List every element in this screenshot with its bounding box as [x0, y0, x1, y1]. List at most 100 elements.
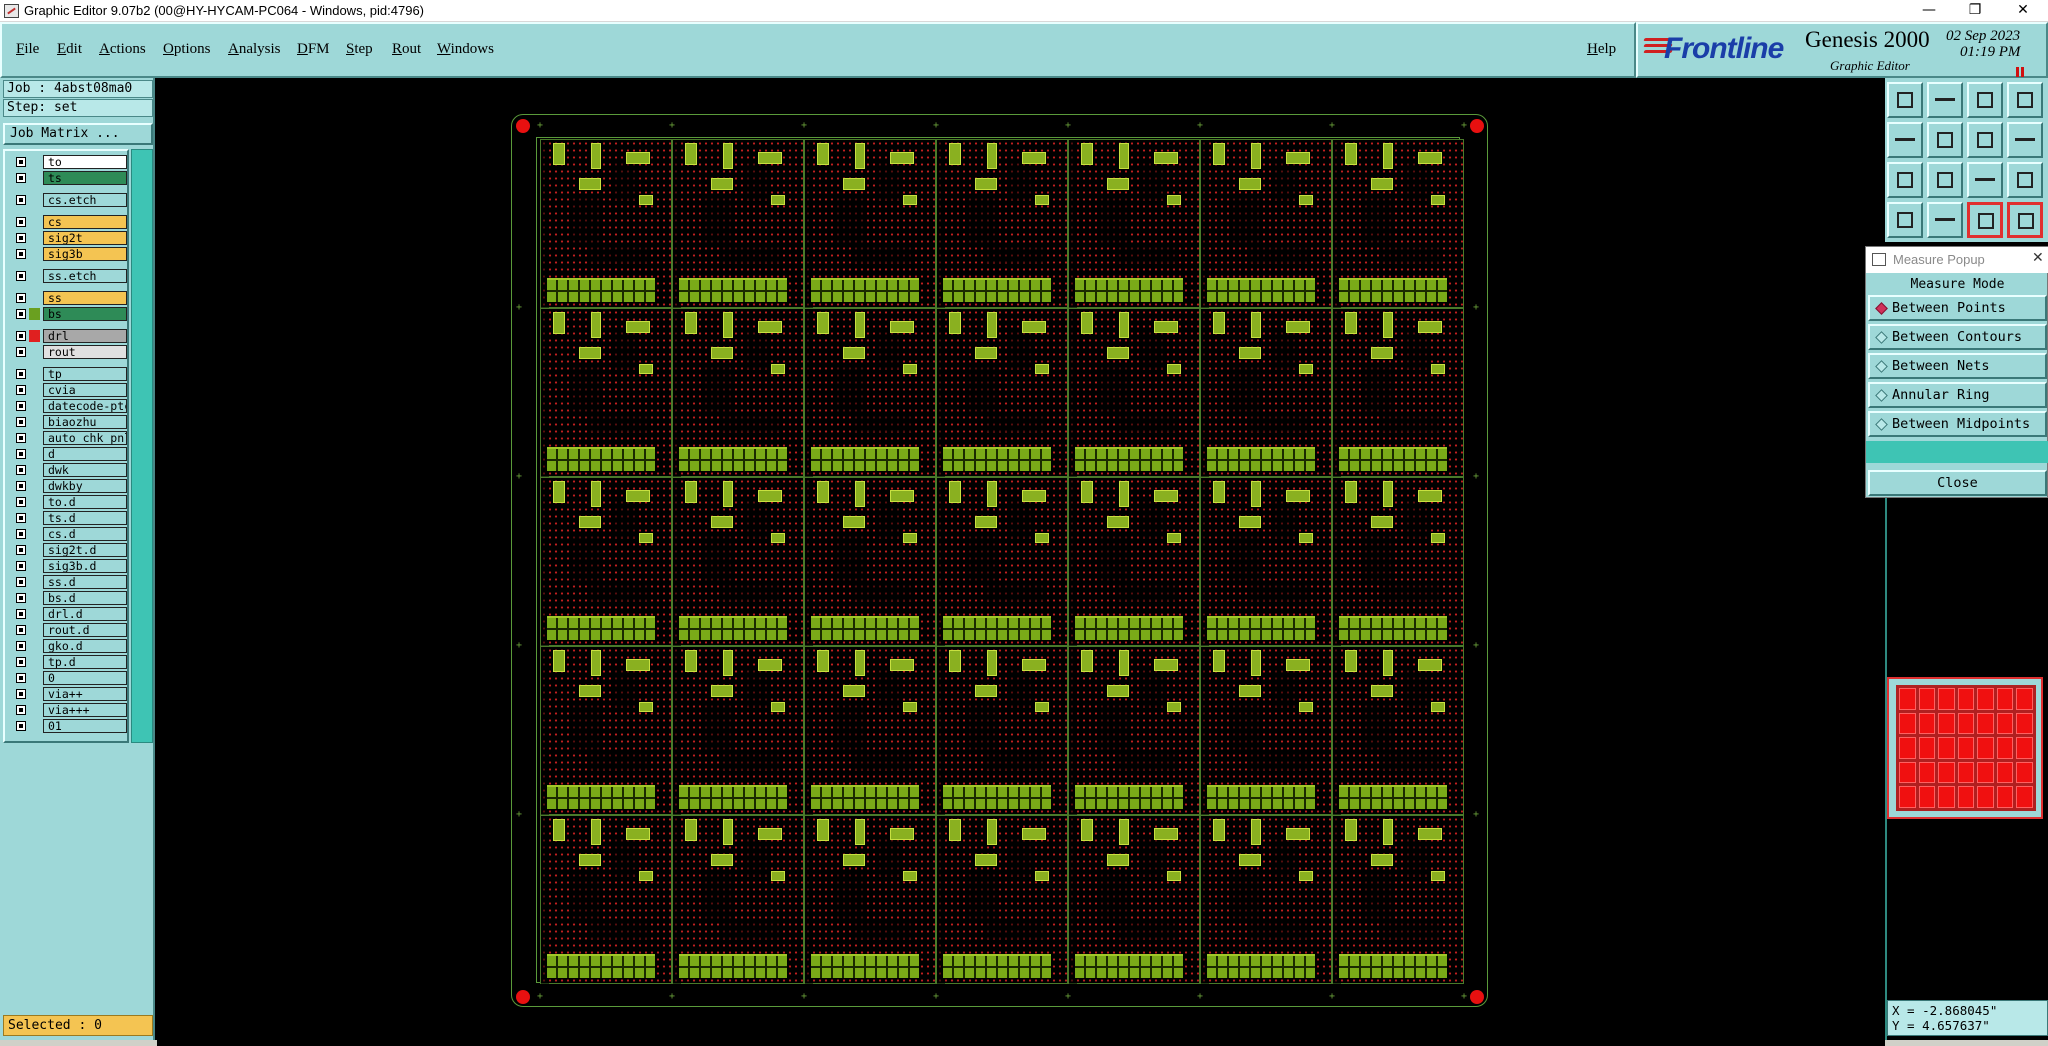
job-matrix-button[interactable]: Job Matrix ...: [3, 123, 153, 145]
layer-red-icon[interactable]: [1967, 202, 2003, 238]
layer-name[interactable]: rout.d: [43, 623, 127, 637]
layer-name[interactable]: sig3b: [43, 247, 127, 261]
layer-row[interactable]: cs.d: [7, 527, 127, 541]
panel-overview-map[interactable]: [1887, 677, 2043, 819]
bottom-view-icon[interactable]: [1927, 82, 1963, 118]
layer-row[interactable]: drl.d: [7, 607, 127, 621]
layer-name[interactable]: cvia: [43, 383, 127, 397]
layer-checkbox[interactable]: [16, 465, 26, 475]
layer-name[interactable]: drl: [43, 329, 127, 343]
menu-rout[interactable]: Rout: [392, 41, 421, 58]
layer-row[interactable]: cs: [7, 215, 127, 229]
layer-name[interactable]: ss.etch: [43, 269, 127, 283]
layer-checkbox[interactable]: [16, 385, 26, 395]
layer-list-scrollbar[interactable]: [131, 149, 153, 743]
layer-checkbox[interactable]: [16, 609, 26, 619]
layer-checkbox[interactable]: [16, 497, 26, 507]
layer-checkbox[interactable]: [16, 689, 26, 699]
menu-analysis[interactable]: Analysis: [228, 41, 281, 58]
redraw-icon[interactable]: [2007, 122, 2043, 158]
layer-row[interactable]: 0: [7, 671, 127, 685]
layer-name[interactable]: auto_chk_pnl: [43, 431, 127, 445]
layer-name[interactable]: dwk: [43, 463, 127, 477]
menu-help[interactable]: Help: [1587, 41, 1616, 58]
layer-checkbox[interactable]: [16, 705, 26, 715]
layer-checkbox[interactable]: [16, 433, 26, 443]
layer-name[interactable]: datecode-ptc: [43, 399, 127, 413]
layer-checkbox[interactable]: [16, 641, 26, 651]
layer-row[interactable]: dwk: [7, 463, 127, 477]
graphic-canvas[interactable]: + + + + + + + + + + + + + + + + + + + + + + + +: [157, 78, 1885, 1046]
layer-checkbox[interactable]: [16, 157, 26, 167]
menu-actions[interactable]: Actions: [99, 41, 146, 58]
layer-checkbox[interactable]: [16, 401, 26, 411]
layer-checkbox[interactable]: [16, 271, 26, 281]
layer-row[interactable]: sig2t: [7, 231, 127, 245]
layer-checkbox[interactable]: [16, 577, 26, 587]
layer-name[interactable]: sig2t: [43, 231, 127, 245]
layer-name[interactable]: cs: [43, 215, 127, 229]
layer-checkbox[interactable]: [16, 545, 26, 555]
option-between-points[interactable]: Between Points: [1868, 295, 2047, 321]
layer-checkbox[interactable]: [16, 657, 26, 667]
layer-row[interactable]: ts: [7, 171, 127, 185]
layer-row[interactable]: to.d: [7, 495, 127, 509]
home-icon[interactable]: [1967, 82, 2003, 118]
layer-checkbox[interactable]: [16, 513, 26, 523]
layer-row[interactable]: gko.d: [7, 639, 127, 653]
layer-row[interactable]: ss.d: [7, 575, 127, 589]
layer-row[interactable]: ts.d: [7, 511, 127, 525]
pan-left-icon[interactable]: [1887, 122, 1923, 158]
layer-row[interactable]: cs.etch: [7, 193, 127, 207]
top-view-icon[interactable]: [1887, 82, 1923, 118]
layer-name[interactable]: to: [43, 155, 127, 169]
layer-checkbox[interactable]: [16, 369, 26, 379]
zoom-center-icon[interactable]: [1927, 162, 1963, 198]
minimize-button[interactable]: —: [1906, 0, 1952, 22]
menu-dfm[interactable]: DFM: [297, 41, 330, 58]
layer-checkbox[interactable]: [16, 217, 26, 227]
close-button[interactable]: Close: [1868, 470, 2047, 496]
layer-name[interactable]: 0: [43, 671, 127, 685]
layer-row[interactable]: tp: [7, 367, 127, 381]
zoom-fit-icon[interactable]: [1887, 162, 1923, 198]
restore-button[interactable]: ❐: [1952, 0, 1998, 22]
help-question-icon[interactable]: [2007, 162, 2043, 198]
layer-name[interactable]: to.d: [43, 495, 127, 509]
layer-checkbox[interactable]: [16, 417, 26, 427]
layer-name[interactable]: bs.d: [43, 591, 127, 605]
layer-row[interactable]: to: [7, 155, 127, 169]
layer-checkbox[interactable]: [16, 195, 26, 205]
menu-options[interactable]: Options: [163, 41, 211, 58]
layer-checkbox[interactable]: [16, 293, 26, 303]
layer-checkbox[interactable]: [16, 721, 26, 731]
layer-name[interactable]: via++: [43, 687, 127, 701]
layer-name[interactable]: 01: [43, 719, 127, 733]
pan-right-icon[interactable]: [1927, 122, 1963, 158]
menu-step[interactable]: Step: [346, 41, 373, 58]
layer-name[interactable]: cs.etch: [43, 193, 127, 207]
layer-checkbox[interactable]: [16, 233, 26, 243]
layer-name[interactable]: sig2t.d: [43, 543, 127, 557]
layer-row[interactable]: tp.d: [7, 655, 127, 669]
layer-checkbox[interactable]: [16, 561, 26, 571]
layer-checkbox[interactable]: [16, 593, 26, 603]
layer-row[interactable]: auto_chk_pnl: [7, 431, 127, 445]
layer-row[interactable]: rout: [7, 345, 127, 359]
layer-checkbox[interactable]: [16, 331, 26, 341]
layer-name[interactable]: tp.d: [43, 655, 127, 669]
layer-name[interactable]: sig3b.d: [43, 559, 127, 573]
layer-row[interactable]: d: [7, 447, 127, 461]
layer-row[interactable]: dwkby: [7, 479, 127, 493]
layer-row[interactable]: biaozhu: [7, 415, 127, 429]
layer-row[interactable]: rout.d: [7, 623, 127, 637]
layer-row[interactable]: sig2t.d: [7, 543, 127, 557]
layer-row[interactable]: bs.d: [7, 591, 127, 605]
layer-name[interactable]: d: [43, 447, 127, 461]
menu-windows[interactable]: Windows: [437, 41, 494, 58]
layer-name[interactable]: ts.d: [43, 511, 127, 525]
layer-row[interactable]: sig3b.d: [7, 559, 127, 573]
layer-checkbox[interactable]: [16, 481, 26, 491]
menu-edit[interactable]: Edit: [57, 41, 82, 58]
layer-name[interactable]: dwkby: [43, 479, 127, 493]
